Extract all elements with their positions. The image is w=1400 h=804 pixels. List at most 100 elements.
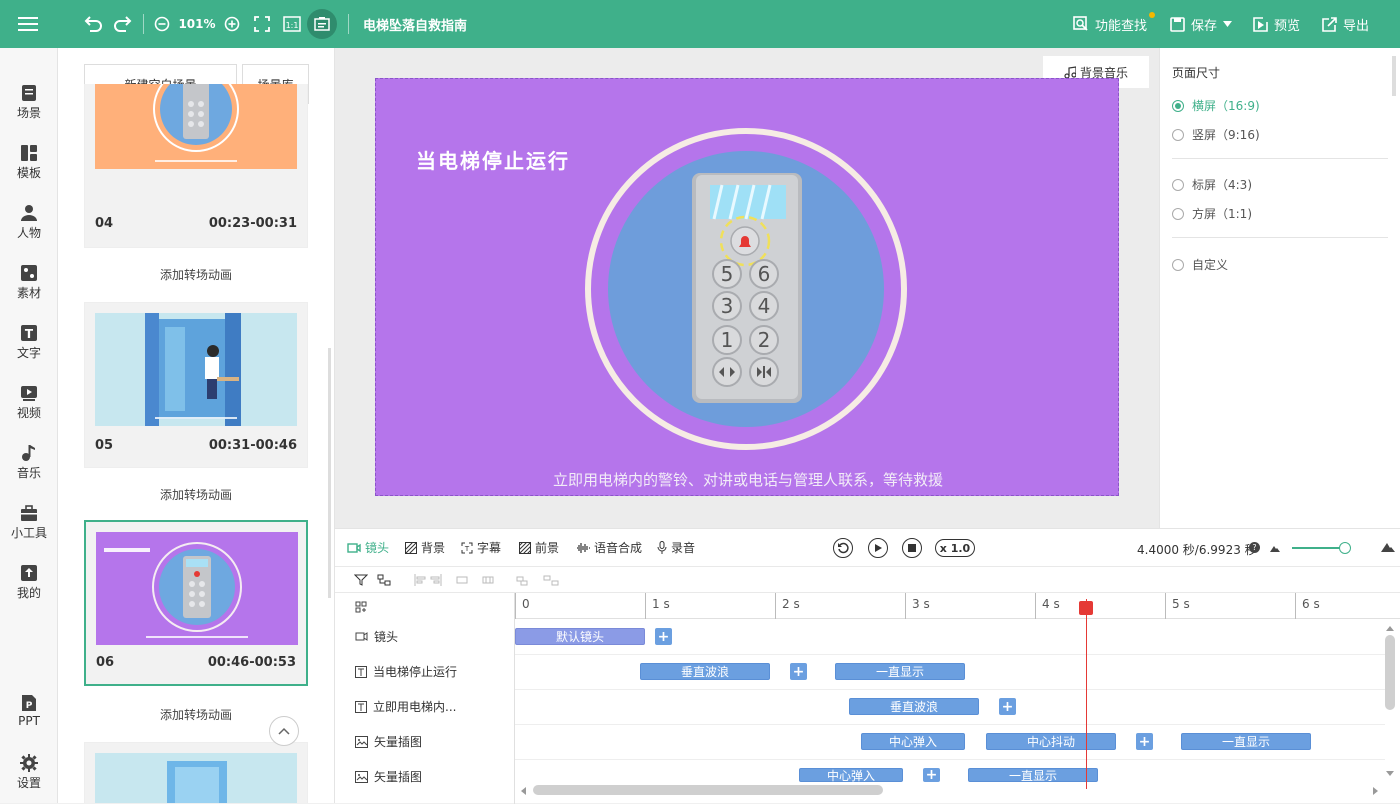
clip-always-show[interactable]: 一直显示 (835, 663, 965, 680)
export-button[interactable]: 导出 (1322, 0, 1369, 48)
clip-always-show[interactable]: 一直显示 (1181, 733, 1311, 750)
align-tools-icon[interactable] (413, 574, 533, 586)
clip-vertical-wave[interactable]: 垂直波浪 (849, 698, 979, 715)
scroll-up-icon[interactable] (1386, 625, 1394, 633)
radio-button[interactable] (1172, 207, 1184, 220)
tab-record[interactable]: 录音 (657, 539, 695, 556)
add-effect-button[interactable]: + (999, 698, 1016, 715)
group-icon[interactable] (377, 574, 391, 586)
zoom-in-mountain-icon[interactable] (1381, 542, 1395, 552)
radio-button[interactable] (1172, 99, 1184, 112)
tab-background[interactable]: 背景 (405, 539, 445, 556)
playback-speed-button[interactable]: x 1.0 (935, 539, 975, 557)
add-effect-button[interactable]: + (790, 663, 807, 680)
feature-search-button[interactable]: 功能查找 (1073, 0, 1155, 48)
zoom-in-icon[interactable] (222, 0, 242, 48)
tab-tts[interactable]: 语音合成 (576, 539, 642, 556)
clip-default-camera[interactable]: 默认镜头 (515, 628, 645, 645)
timeline-zoom-slider-handle[interactable] (1339, 542, 1351, 554)
radio-button[interactable] (1172, 258, 1184, 271)
scene-card-07[interactable] (84, 742, 308, 803)
tab-foreground[interactable]: 前景 (519, 539, 559, 556)
clip-center-shake[interactable]: 中心抖动 (986, 733, 1116, 750)
search-icon (1073, 16, 1088, 31)
add-effect-button[interactable]: + (923, 767, 940, 783)
rail-item-template[interactable]: 模板 (0, 138, 58, 194)
track-name: 当电梯停止运行 (373, 665, 458, 679)
actual-size-icon[interactable]: 1:1 (282, 0, 302, 48)
zoom-out-mountain-icon[interactable] (1270, 544, 1280, 552)
toolbox-icon (21, 505, 37, 521)
add-transition-link[interactable]: 添加转场动画 (84, 486, 308, 503)
rail-item-tools[interactable]: 小工具 (0, 498, 58, 554)
radio-button[interactable] (1172, 128, 1184, 141)
subtitle-tool-icon[interactable] (306, 0, 338, 48)
radio-square[interactable]: 方屏（1:1) (1172, 205, 1252, 222)
redo-icon[interactable] (112, 0, 134, 48)
track-label-vector-1[interactable]: 矢量插图 (355, 724, 422, 759)
help-icon[interactable]: ? (1249, 542, 1260, 553)
stage-subtitle[interactable]: 立即用电梯内的警铃、对讲或电话与管理人联系，等待救援 (376, 469, 1118, 490)
filter-icon[interactable] (354, 574, 368, 586)
rail-item-character[interactable]: 人物 (0, 198, 58, 254)
scroll-left-icon[interactable] (520, 787, 528, 795)
clip-always-show[interactable]: 一直显示 (968, 768, 1098, 783)
radio-portrait[interactable]: 竖屏（9:16) (1172, 126, 1260, 143)
radio-button[interactable] (1172, 178, 1184, 191)
rail-item-video[interactable]: 视频 (0, 378, 58, 434)
track-label-subtitle[interactable]: 立即用电梯内... (355, 689, 456, 724)
play-button[interactable] (868, 538, 888, 558)
rail-item-scene[interactable]: 场景 (0, 78, 58, 134)
add-effect-button[interactable]: + (1136, 733, 1153, 750)
timeline-horizontal-scrollbar[interactable] (533, 785, 883, 795)
track-settings-icon[interactable] (355, 601, 367, 613)
scroll-to-top-button[interactable] (269, 716, 299, 746)
tab-subtitle[interactable]: T 字幕 (461, 539, 501, 556)
clip-vertical-wave[interactable]: 垂直波浪 (640, 663, 770, 680)
time-ruler[interactable]: 0 1 s 2 s 3 s 4 s 5 s 6 s (515, 593, 1400, 619)
document-title[interactable]: 电梯坠落自救指南 (363, 0, 467, 48)
playhead-handle[interactable] (1079, 601, 1093, 615)
rail-item-ppt[interactable]: P PPT (0, 688, 58, 744)
rail-item-text[interactable]: T 文字 (0, 318, 58, 374)
scene-card-04[interactable]: 04 00:23-00:31 (84, 84, 308, 248)
stop-button[interactable] (902, 538, 922, 558)
rail-item-assets[interactable]: 素材 (0, 258, 58, 314)
track-label-vector-2[interactable]: 矢量插图 (355, 759, 422, 794)
foreground-icon (519, 541, 531, 554)
scroll-right-icon[interactable] (1371, 787, 1379, 795)
tab-camera[interactable]: 镜头 (347, 539, 389, 556)
elevator-panel-illustration[interactable] (376, 79, 1119, 496)
zoom-out-icon[interactable] (152, 0, 172, 48)
add-effect-button[interactable]: + (655, 628, 672, 645)
rail-item-settings[interactable]: 设置 (0, 748, 58, 804)
scene-stage[interactable]: 当电梯停止运行 5 6 3 4 1 2 立即用电梯内的警铃、对讲或电话与管理人联… (375, 78, 1119, 496)
clip-center-pop-in[interactable]: 中心弹入 (861, 733, 965, 750)
clip-center-pop-in[interactable]: 中心弹入 (799, 768, 903, 783)
radio-landscape[interactable]: 横屏（16:9) (1172, 97, 1260, 114)
scene-panel-scrollbar[interactable] (328, 348, 331, 598)
timeline-tools (335, 567, 1400, 593)
music-note-icon (1064, 66, 1076, 78)
rail-item-music[interactable]: 音乐 (0, 438, 58, 494)
rail-item-mine[interactable]: 我的 (0, 558, 58, 614)
replay-button[interactable] (833, 538, 853, 558)
radio-custom[interactable]: 自定义 (1172, 256, 1228, 273)
menu-icon[interactable] (16, 0, 40, 48)
scene-number: 04 (95, 216, 114, 231)
radio-standard[interactable]: 标屏（4:3) (1172, 176, 1252, 193)
timeline-vertical-scrollbar[interactable] (1385, 635, 1395, 710)
track-name: 矢量插图 (374, 770, 423, 784)
fullscreen-icon[interactable] (252, 0, 272, 48)
save-button[interactable]: 保存 (1170, 0, 1233, 48)
distribute-icon[interactable] (543, 574, 559, 586)
scroll-down-icon[interactable] (1386, 769, 1394, 777)
undo-icon[interactable] (82, 0, 104, 48)
preview-button[interactable]: 预览 (1253, 0, 1300, 48)
scene-card-05[interactable]: 05 00:31-00:46 (84, 302, 308, 468)
track-label-camera[interactable]: 镜头 (355, 619, 398, 654)
track-label-headline[interactable]: 当电梯停止运行 (355, 654, 457, 689)
add-transition-link[interactable]: 添加转场动画 (84, 266, 308, 283)
panel-scrollbar[interactable] (1392, 56, 1396, 96)
scene-card-06[interactable]: 06 00:46-00:53 (84, 520, 308, 686)
